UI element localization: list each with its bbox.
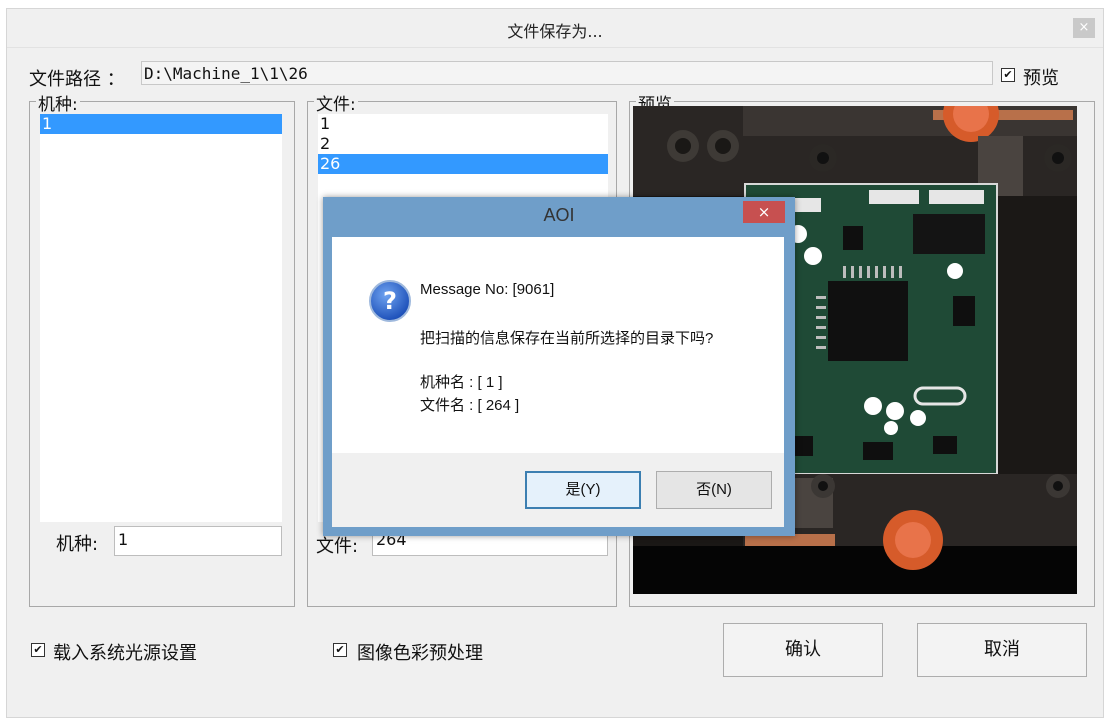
- file-list-item[interactable]: 1: [318, 114, 608, 134]
- machine-groupbox: 机种: 1 机种: 1: [29, 90, 295, 607]
- file-list-item[interactable]: 2: [318, 134, 608, 154]
- path-input[interactable]: D:\Machine_1\1\26: [141, 61, 993, 85]
- yes-button[interactable]: 是(Y): [525, 471, 641, 509]
- path-label: 文件路径 ：: [29, 69, 125, 90]
- aoi-message-dialog: AOI × ? Message No: [9061] 把扫描的信息保存在当前所选…: [323, 197, 795, 536]
- question-icon: ?: [369, 280, 411, 322]
- image-color-label: 图像色彩预处理: [357, 643, 483, 664]
- preview-checkbox-label: 预览: [1023, 68, 1059, 89]
- machine-field-label: 机种:: [56, 534, 99, 555]
- cancel-button[interactable]: 取消: [917, 623, 1087, 677]
- dialog-title: AOI: [543, 205, 575, 225]
- image-color-checkbox[interactable]: ✔: [333, 643, 347, 657]
- window-close-button[interactable]: ×: [1073, 18, 1095, 38]
- svg-text:?: ?: [383, 287, 397, 315]
- message-question: 把扫描的信息保存在当前所选择的目录下吗?: [420, 330, 714, 347]
- dialog-client-area: ? Message No: [9061] 把扫描的信息保存在当前所选择的目录下吗…: [332, 237, 784, 527]
- preview-checkbox[interactable]: ✔: [1001, 68, 1015, 82]
- machine-field-input[interactable]: 1: [114, 526, 282, 556]
- message-machine-name: 机种名 : [ 1 ]: [420, 374, 503, 391]
- machine-listbox[interactable]: 1: [40, 114, 282, 522]
- load-light-label: 载入系统光源设置: [53, 643, 197, 664]
- file-list-item[interactable]: 26: [318, 154, 608, 174]
- window-title: 文件保存为...: [507, 22, 603, 41]
- machine-list-item[interactable]: 1: [40, 114, 282, 134]
- dialog-button-bar: 是(Y) 否(N): [332, 453, 784, 527]
- dialog-close-button[interactable]: ×: [743, 201, 785, 223]
- load-light-checkbox[interactable]: ✔: [31, 643, 45, 657]
- machine-group-title: 机种:: [36, 90, 80, 115]
- message-number: Message No: [9061]: [420, 281, 555, 298]
- no-button[interactable]: 否(N): [656, 471, 772, 509]
- message-file-name: 文件名 : [ 264 ]: [420, 397, 520, 414]
- confirm-button[interactable]: 确认: [723, 623, 883, 677]
- title-bar: 文件保存为... ×: [7, 9, 1103, 48]
- file-group-title: 文件:: [314, 90, 358, 115]
